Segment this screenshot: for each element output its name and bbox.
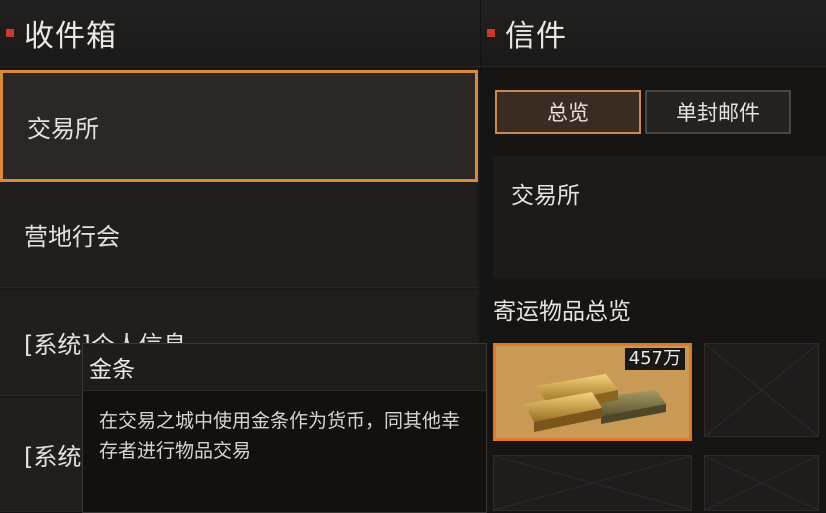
inbox-title: 收件箱 bbox=[24, 19, 117, 54]
inbox-item-label: 交易所 bbox=[27, 114, 99, 143]
tab-overview-label: 总览 bbox=[547, 101, 589, 125]
inbox-item-camp-guild[interactable]: 营地行会 bbox=[0, 182, 478, 288]
mail-header: 信件 bbox=[481, 0, 826, 67]
item-slot-empty[interactable] bbox=[704, 343, 819, 437]
tab-overview[interactable]: 总览 bbox=[495, 90, 641, 134]
inbox-item-label: 营地行会 bbox=[24, 223, 120, 251]
tooltip-header: 金条 bbox=[83, 344, 486, 391]
tooltip-title: 金条 bbox=[89, 357, 135, 383]
inbox-item-exchange[interactable]: 交易所 bbox=[0, 70, 478, 182]
tab-single-mail-label: 单封邮件 bbox=[676, 101, 760, 125]
item-tooltip: 金条 在交易之城中使用金条作为货币，同其他幸存者进行物品交易 bbox=[82, 343, 487, 513]
inbox-item-label: [系统] bbox=[24, 443, 91, 471]
shipment-section-title: 寄运物品总览 bbox=[493, 299, 631, 325]
item-quantity-badge: 457万 bbox=[624, 348, 685, 370]
tab-single-mail[interactable]: 单封邮件 bbox=[645, 90, 791, 134]
item-slot-gold-bars[interactable]: 457万 bbox=[493, 343, 692, 441]
header-marker-icon bbox=[6, 29, 14, 37]
tooltip-description: 在交易之城中使用金条作为货币，同其他幸存者进行物品交易 bbox=[99, 410, 461, 462]
inbox-header: 收件箱 bbox=[0, 0, 480, 67]
mail-sender-box: 交易所 bbox=[493, 156, 826, 278]
header-marker-icon bbox=[487, 29, 495, 37]
item-slot-empty[interactable] bbox=[704, 455, 819, 511]
item-slot-empty[interactable] bbox=[493, 455, 692, 511]
mail-title: 信件 bbox=[505, 19, 567, 54]
mail-sender: 交易所 bbox=[511, 183, 580, 209]
